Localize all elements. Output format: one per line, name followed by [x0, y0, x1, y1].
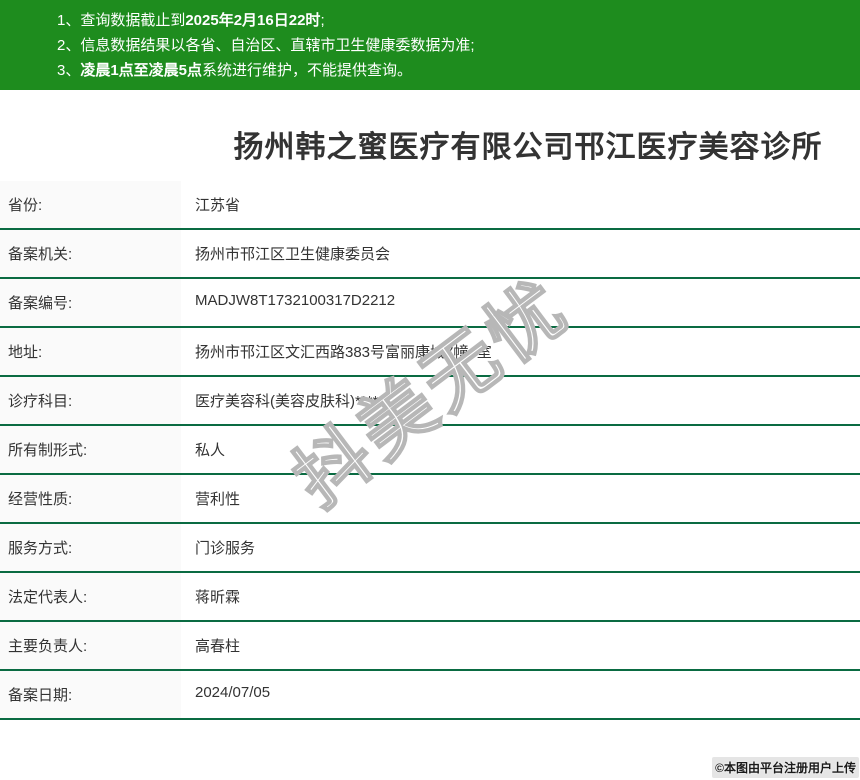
row-label: 备案机关:	[0, 230, 181, 277]
record-page: 扬州韩之蜜医疗有限公司邗江医疗美容诊所 省份: 江苏省 备案机关: 扬州市邗江区…	[0, 88, 860, 780]
table-row-filing-authority: 备案机关: 扬州市邗江区卫生健康委员会	[0, 230, 860, 279]
table-row-treatment-subjects: 诊疗科目: 医疗美容科(美容皮肤科)******	[0, 377, 860, 426]
row-label: 地址:	[0, 328, 181, 375]
record-detail-table: 省份: 江苏省 备案机关: 扬州市邗江区卫生健康委员会 备案编号: MADJW8…	[0, 181, 860, 720]
table-row-operating-nature: 经营性质: 营利性	[0, 475, 860, 524]
row-value: 营利性	[195, 491, 241, 508]
table-row-legal-representative: 法定代表人: 蒋昕霖	[0, 573, 860, 622]
notice-line-1-suffix: ;	[320, 12, 325, 29]
row-label: 服务方式:	[0, 524, 181, 571]
page-title: 扬州韩之蜜医疗有限公司邗江医疗美容诊所	[233, 131, 823, 164]
row-label: 法定代表人:	[0, 573, 181, 620]
row-value: 门诊服务	[195, 540, 256, 557]
table-row-address: 地址: 扬州市邗江区文汇西路383号富丽康城7幢4室	[0, 328, 860, 377]
notice-line-2-text: 2、信息数据结果以各省、自治区、直辖市卫生健康委数据为准;	[57, 37, 475, 54]
table-row-province: 省份: 江苏省	[0, 181, 860, 230]
notice-banner: 1、查询数据截止到2025年2月16日22时; 2、信息数据结果以各省、自治区、…	[0, 0, 860, 90]
table-row-filing-number: 备案编号: MADJW8T1732100317D2212	[0, 279, 860, 328]
credit-badge: ©本图由平台注册用户上传	[712, 757, 859, 778]
table-row-service-mode: 服务方式: 门诊服务	[0, 524, 860, 573]
row-label: 备案编号:	[0, 279, 181, 326]
notice-line-3-suffix: 系统进行维护，不能提供查询。	[202, 62, 413, 79]
row-value: 2024/07/05	[195, 684, 271, 701]
row-label: 备案日期:	[0, 671, 181, 718]
row-value: 私人	[195, 442, 226, 459]
row-label: 经营性质:	[0, 475, 181, 522]
notice-line-3: 3、凌晨1点至凌晨5点系统进行维护，不能提供查询。	[57, 58, 850, 83]
notice-line-3-bold: 凌晨1点至凌晨5点	[80, 62, 203, 79]
table-row-principal: 主要负责人: 高春柱	[0, 622, 860, 671]
row-value: 蒋昕霖	[195, 589, 241, 606]
row-value: MADJW8T1732100317D2212	[195, 292, 396, 309]
row-value: 医疗美容科(美容皮肤科)******	[195, 393, 391, 410]
notice-line-1: 1、查询数据截止到2025年2月16日22时;	[57, 8, 850, 33]
notice-line-3-text: 3、	[57, 62, 81, 79]
row-label: 诊疗科目:	[0, 377, 181, 424]
row-value: 扬州市邗江区卫生健康委员会	[195, 246, 391, 263]
table-row-ownership-form: 所有制形式: 私人	[0, 426, 860, 475]
notice-line-1-text: 1、查询数据截止到	[57, 12, 186, 29]
row-value: 高春柱	[195, 638, 241, 655]
row-label: 主要负责人:	[0, 622, 181, 669]
row-label: 省份:	[0, 181, 181, 228]
row-label: 所有制形式:	[0, 426, 181, 473]
row-value: 扬州市邗江区文汇西路383号富丽康城7幢4室	[195, 344, 492, 361]
row-value: 江苏省	[195, 197, 241, 214]
notice-line-2: 2、信息数据结果以各省、自治区、直辖市卫生健康委数据为准;	[57, 33, 850, 58]
table-row-filing-date: 备案日期: 2024/07/05	[0, 671, 860, 720]
notice-line-1-bold: 2025年2月16日22时	[185, 12, 321, 29]
